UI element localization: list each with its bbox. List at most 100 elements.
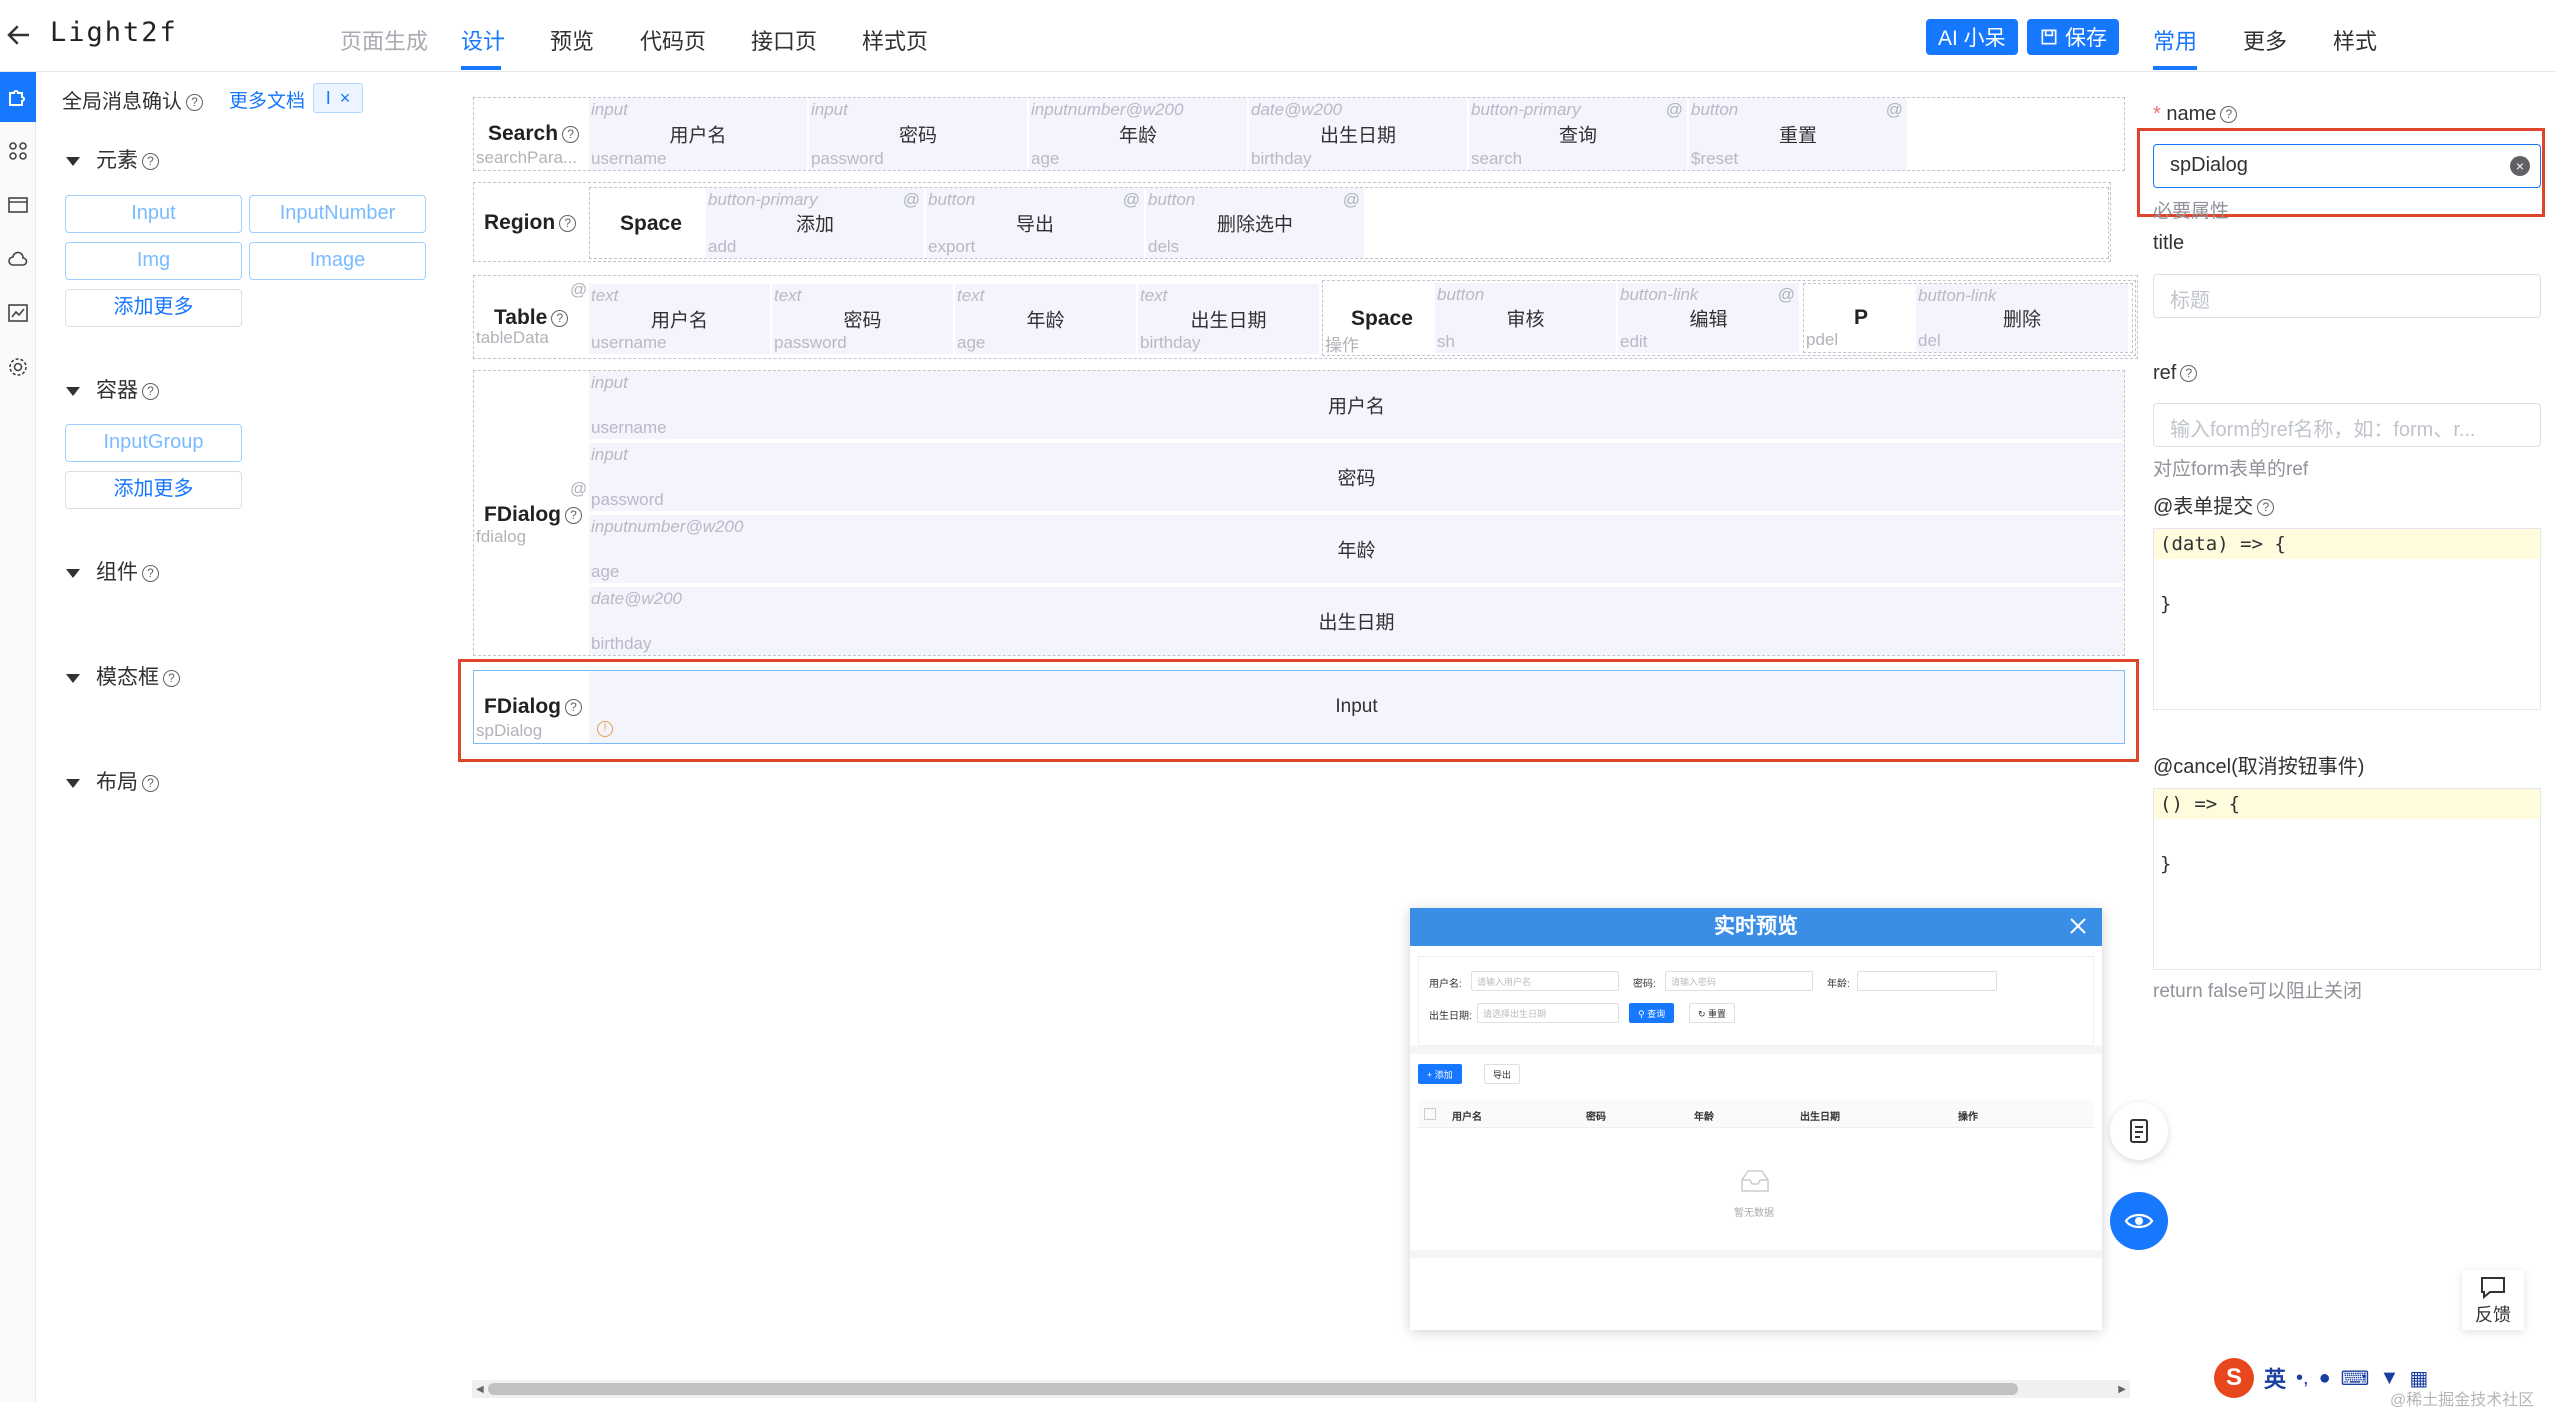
help-icon[interactable]: ?	[142, 152, 159, 170]
ime-lang[interactable]: 英	[2264, 1362, 2286, 1394]
tab-common[interactable]: 常用	[2153, 24, 2197, 56]
save-button[interactable]: 保存	[2027, 19, 2119, 55]
punctuation-icon[interactable]: •,	[2296, 1367, 2309, 1390]
preview-add-button[interactable]: + 添加	[1418, 1064, 1462, 1084]
search-cell-age[interactable]: inputnumber@w200 年龄 age	[1029, 98, 1249, 170]
help-icon[interactable]: ?	[2180, 365, 2198, 383]
cancel-code-editor[interactable]: () => { }	[2153, 788, 2541, 970]
sogou-logo-icon[interactable]: S	[2214, 1358, 2254, 1398]
table-block[interactable]: @ Table? tableData text 用户名 username text 密…	[473, 275, 2138, 359]
table-col-username[interactable]: text 用户名 username	[589, 284, 772, 354]
tab-more[interactable]: 更多	[2243, 24, 2287, 56]
ref-input[interactable]: 输入form的ref名称，如：form、r...	[2153, 403, 2541, 447]
help-icon[interactable]: ?	[2257, 499, 2275, 517]
rail-item-cloud[interactable]	[0, 234, 36, 284]
action-cell-review[interactable]: button 审核 sh	[1435, 283, 1618, 353]
help-icon[interactable]: ?	[186, 94, 203, 112]
search-cell-password[interactable]: input 密码 password	[809, 98, 1029, 170]
chip-input[interactable]: Input	[65, 195, 242, 233]
fdialog-field-birthday[interactable]: date@w200 出生日期 birthday	[589, 587, 2124, 655]
help-icon[interactable]: ?	[142, 774, 159, 792]
help-icon[interactable]: ?	[565, 506, 582, 524]
rail-item-chart[interactable]	[0, 288, 36, 338]
rail-item-components[interactable]	[0, 72, 36, 122]
chip-inputnumber[interactable]: InputNumber	[249, 195, 426, 233]
chip-inputgroup[interactable]: InputGroup	[65, 424, 242, 462]
rail-item-window[interactable]	[0, 180, 36, 230]
checkbox-icon[interactable]	[1424, 1108, 1436, 1120]
table-col-password[interactable]: text 密码 password	[772, 284, 955, 354]
tab-styles[interactable]: 样式	[2333, 24, 2377, 56]
tab-style[interactable]: 样式页	[862, 24, 928, 56]
preview-export-button[interactable]: 导出	[1484, 1064, 1521, 1084]
search-cell-reset-button[interactable]: button @ 重置 $reset	[1689, 98, 1909, 170]
section-modals[interactable]: 模态框?	[66, 661, 180, 691]
tab-api[interactable]: 接口页	[751, 24, 817, 56]
close-icon[interactable]: ×	[340, 88, 351, 108]
preview-float-button[interactable]	[2110, 1192, 2168, 1250]
section-containers[interactable]: 容器?	[66, 374, 159, 404]
live-preview-window[interactable]: 实时预览 用户名: 请输入用户名 密码: 请输入密码 年龄: 出生日期: 请选择…	[1410, 908, 2102, 1330]
chip-img[interactable]: Img	[65, 242, 242, 280]
close-icon[interactable]	[2066, 914, 2090, 938]
search-cell-username[interactable]: input 用户名 username	[589, 98, 809, 170]
arrow-left-icon[interactable]	[4, 20, 34, 50]
scroll-right-icon[interactable]: ▶	[2118, 1384, 2126, 1395]
preview-username-input[interactable]: 请输入用户名	[1471, 971, 1619, 991]
help-icon[interactable]: ?	[142, 382, 159, 400]
region-cell-add[interactable]: button-primary @ 添加 add	[706, 188, 926, 258]
fdialog-field-password[interactable]: input 密码 password	[589, 443, 2124, 513]
preview-reset-button[interactable]: ↻ 重置	[1689, 1003, 1736, 1023]
action-cell-edit[interactable]: button-link @ 编辑 edit	[1618, 283, 1801, 353]
tab-preview[interactable]: 预览	[550, 24, 594, 56]
scroll-thumb[interactable]	[488, 1383, 2018, 1395]
table-actions-space[interactable]: Space 操作 button 审核 sh button-link @ 编辑 edit P…	[1322, 280, 2136, 356]
preview-search-button[interactable]: ⚲ 查询	[1629, 1003, 1675, 1023]
scroll-left-icon[interactable]: ◀	[476, 1384, 484, 1395]
help-icon[interactable]: ?	[562, 125, 580, 143]
feedback-button[interactable]: 反馈	[2462, 1270, 2524, 1330]
help-icon[interactable]: ?	[142, 564, 159, 582]
ai-button[interactable]: AI 小呆	[1926, 19, 2018, 55]
section-components[interactable]: 组件?	[66, 556, 159, 586]
horizontal-scrollbar[interactable]: ◀ ▶	[472, 1380, 2130, 1398]
search-cell-birthday[interactable]: date@w200 出生日期 birthday	[1249, 98, 1469, 170]
add-more-containers-button[interactable]: 添加更多	[65, 471, 242, 509]
tab-code[interactable]: 代码页	[640, 24, 706, 56]
active-tag[interactable]: I ×	[313, 83, 363, 113]
submit-code-editor[interactable]: (data) => { }	[2153, 528, 2541, 710]
rail-item-grid[interactable]	[0, 126, 36, 176]
section-elements[interactable]: 元素?	[66, 144, 159, 174]
region-space-container[interactable]: Space button-primary @ 添加 add button @ 导出 expo…	[589, 187, 2109, 259]
help-icon[interactable]: ?	[551, 309, 569, 327]
region-cell-delete-selected[interactable]: button @ 删除选中 dels	[1146, 188, 1366, 258]
p-container[interactable]: P pdel button-link 删除 del	[1803, 283, 2133, 353]
search-cell-search-button[interactable]: button-primary @ 查询 search	[1469, 98, 1689, 170]
preview-age-input[interactable]	[1857, 971, 1997, 991]
doc-float-button[interactable]	[2110, 1102, 2168, 1160]
help-icon[interactable]: ?	[2220, 106, 2238, 124]
title-input[interactable]: 标题	[2153, 274, 2541, 318]
fdialog-field-age[interactable]: inputnumber@w200 年龄 age	[589, 515, 2124, 585]
help-icon[interactable]: ?	[163, 669, 180, 687]
rail-item-settings[interactable]	[0, 342, 36, 392]
region-block[interactable]: Region? Space button-primary @ 添加 add butto…	[473, 182, 2111, 262]
tab-design[interactable]: 设计	[461, 24, 505, 56]
preview-password-input[interactable]: 请输入密码	[1665, 971, 1813, 991]
fdialog-block[interactable]: @ FDialog? fdialog input 用户名 username inpu…	[473, 370, 2125, 656]
preview-birthday-input[interactable]: 请选择出生日期	[1477, 1003, 1619, 1023]
more-docs-link[interactable]: 更多文档	[229, 86, 305, 113]
add-more-elements-button[interactable]: 添加更多	[65, 289, 242, 327]
chip-image[interactable]: Image	[249, 242, 426, 280]
search-block[interactable]: Search? searchPara... input 用户名 username i…	[473, 97, 2125, 171]
tab-page-gen[interactable]: 页面生成	[340, 24, 428, 56]
fdialog-field-username[interactable]: input 用户名 username	[589, 371, 2124, 441]
mic-icon[interactable]: ●	[2319, 1367, 2331, 1390]
table-col-birthday[interactable]: text 出生日期 birthday	[1138, 284, 1321, 354]
section-layout[interactable]: 布局?	[66, 766, 159, 796]
help-icon[interactable]: ?	[559, 214, 577, 232]
keyboard-icon[interactable]: ⌨	[2341, 1366, 2370, 1391]
action-cell-delete[interactable]: button-link 删除 del	[1916, 284, 2130, 352]
table-col-age[interactable]: text 年龄 age	[955, 284, 1138, 354]
region-cell-export[interactable]: button @ 导出 export	[926, 188, 1146, 258]
